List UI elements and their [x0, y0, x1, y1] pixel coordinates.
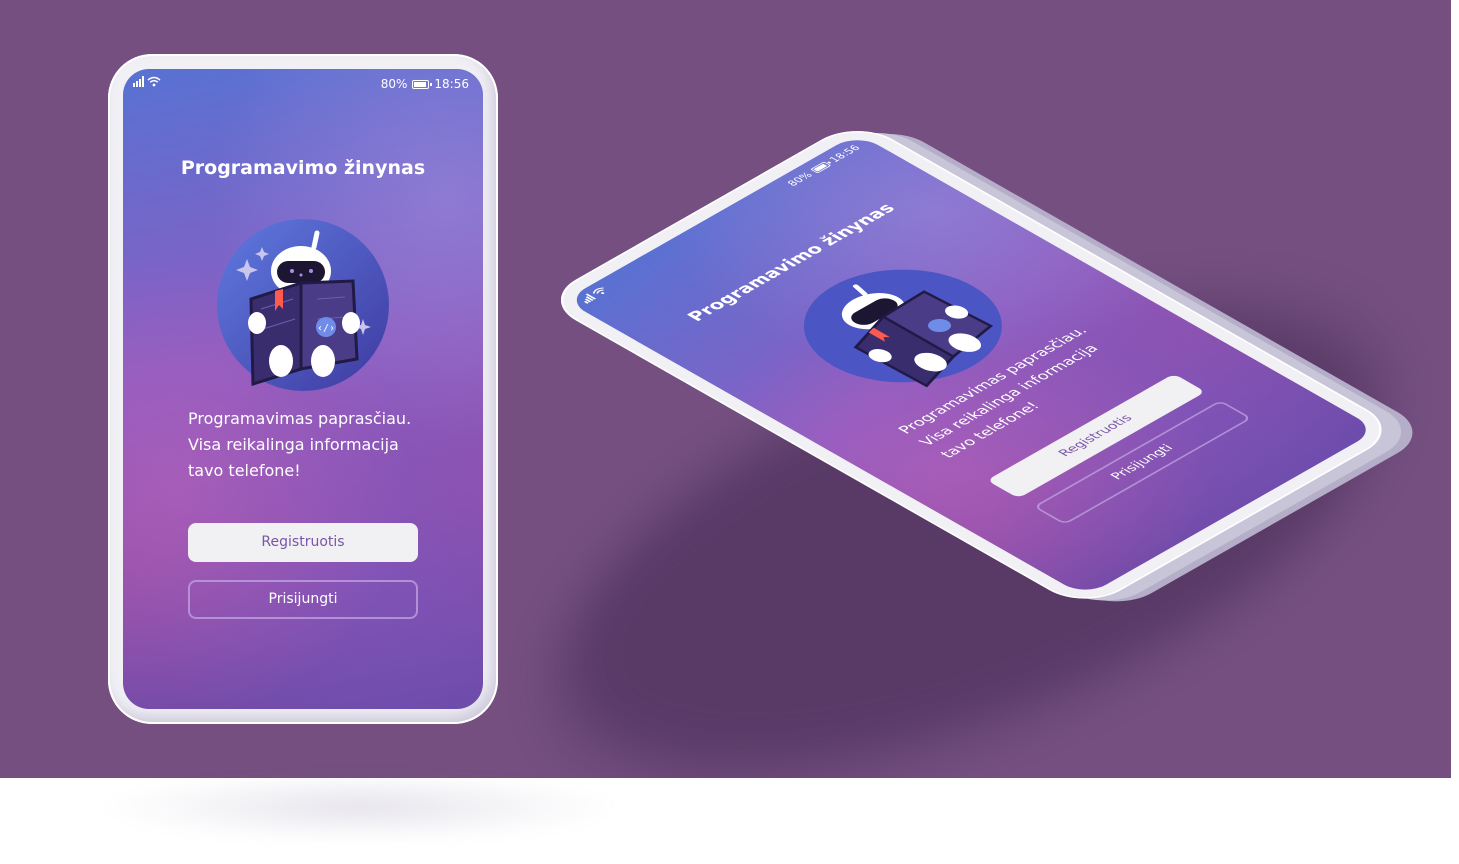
battery-percent: 80% [380, 77, 408, 91]
battery-icon [412, 79, 433, 89]
showcase-background: 80% 18:56 Programavimo žinynas ‹/› Progr… [0, 0, 1451, 778]
welcome-screen: 80% 18:56 Programavimo žinynas ‹/› Progr… [123, 69, 483, 709]
signal-icon [133, 76, 144, 87]
app-title: Programavimo žinynas [180, 157, 426, 179]
battery-icon [810, 161, 832, 174]
tagline-line: Programavimas paprasčiau. [188, 409, 412, 428]
status-bar: 80% 18:56 [123, 69, 483, 99]
status-time: 18:56 [826, 143, 864, 165]
register-button[interactable]: Registruotis [188, 523, 418, 562]
tagline-line: Visa reikalinga informacija [188, 435, 399, 454]
signal-icon [578, 293, 597, 304]
phone-front: 80% 18:56 Programavimo žinynas ‹/› Progr… [108, 54, 498, 724]
wifi-icon [592, 287, 605, 294]
tagline: Programavimas paprasčiau. Visa reikaling… [188, 406, 448, 484]
floor-shadow [100, 772, 620, 842]
status-time: 18:56 [434, 77, 469, 91]
battery-percent: 80% [784, 170, 816, 188]
robot-reading-book-icon: ‹/› [217, 219, 389, 391]
login-button[interactable]: Prisijungti [188, 580, 418, 619]
svg-text:‹/›: ‹/› [317, 323, 335, 334]
wifi-icon [147, 76, 161, 87]
tagline-line: tavo telefone! [188, 461, 301, 480]
